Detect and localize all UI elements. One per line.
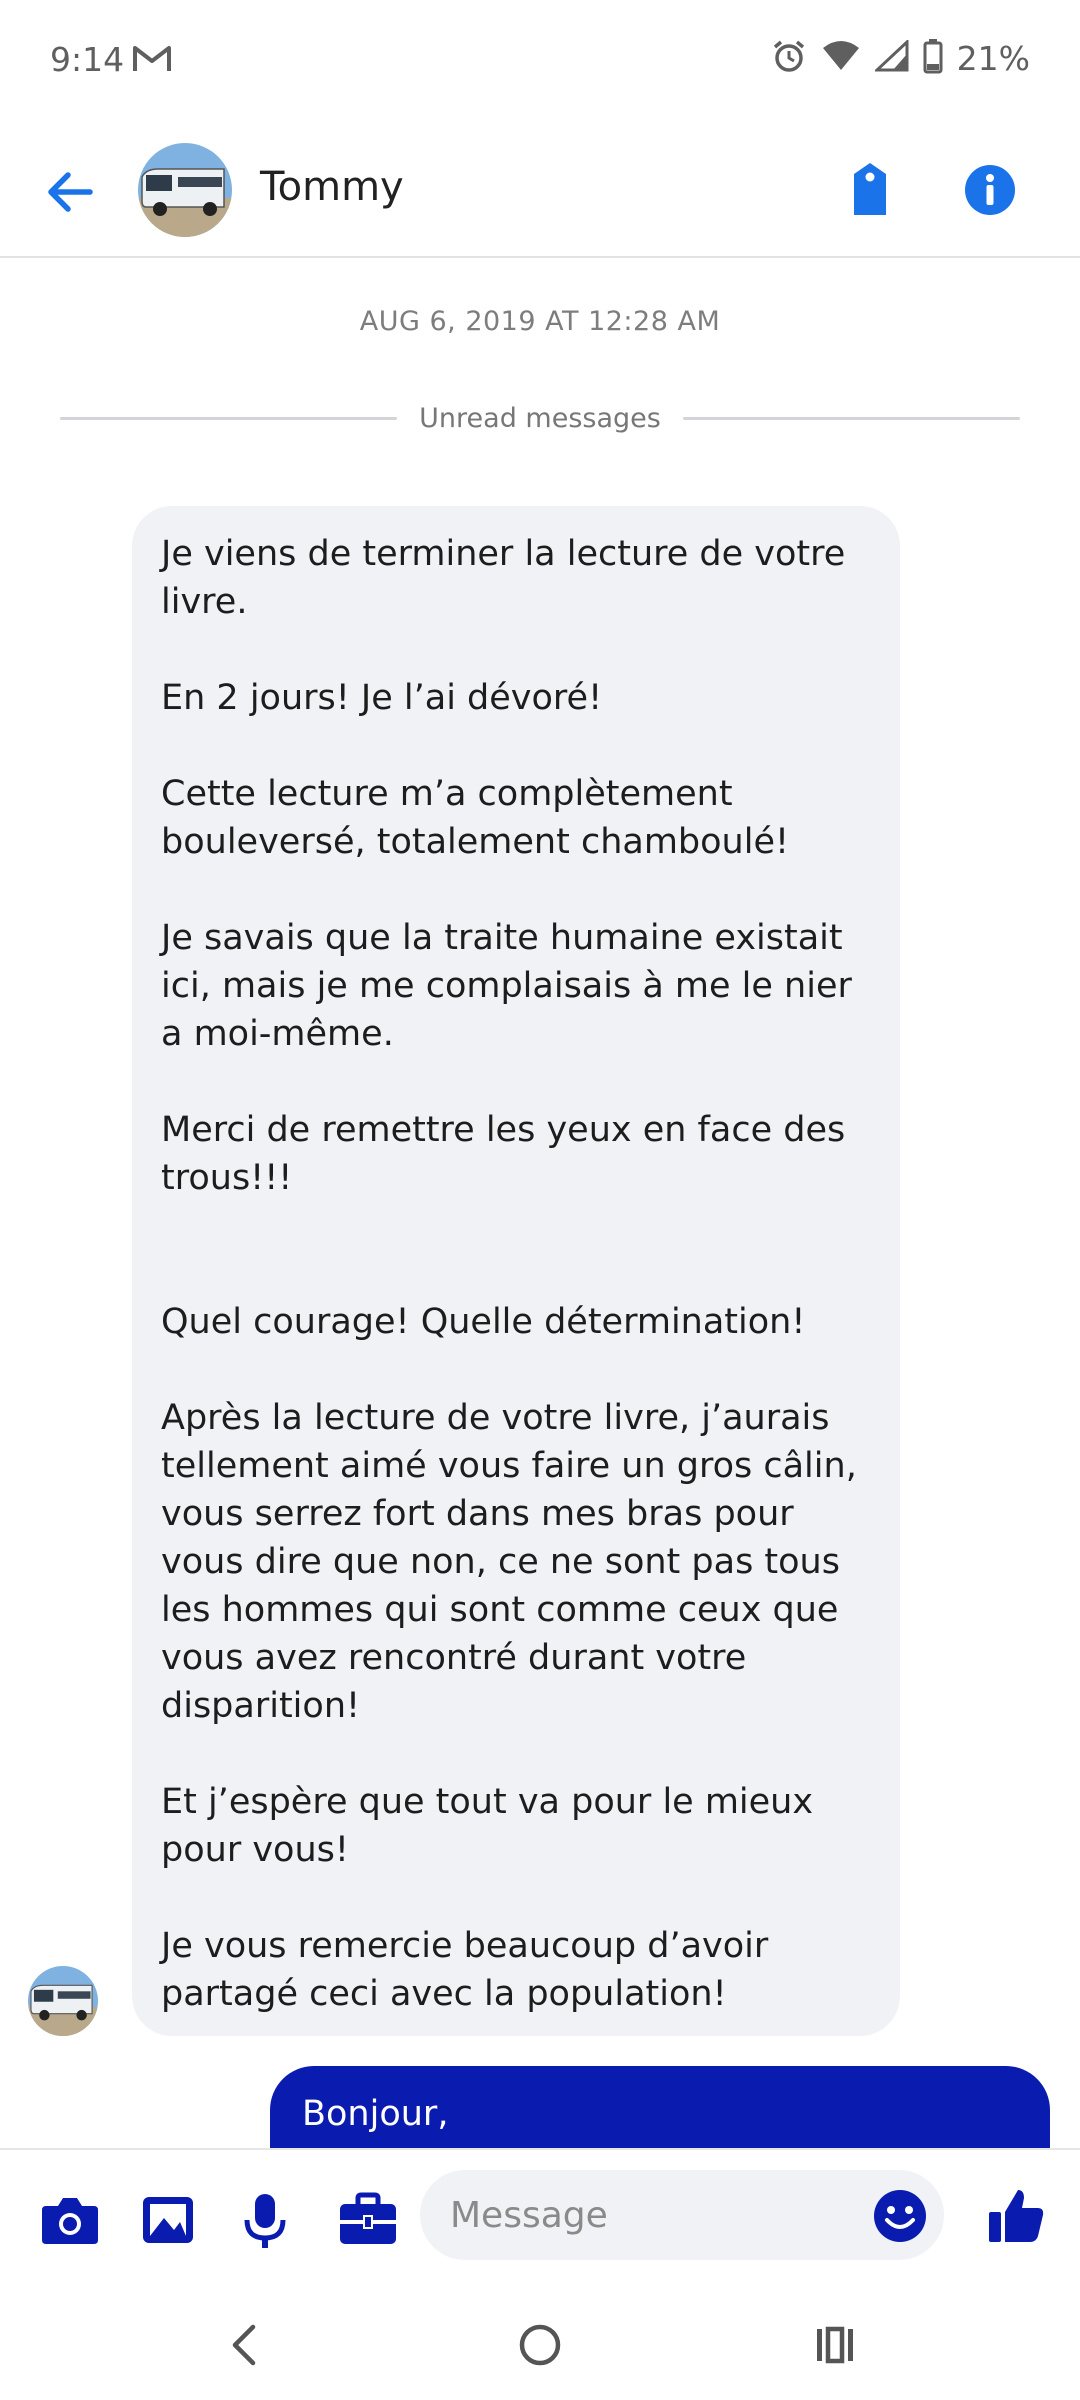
sender-avatar[interactable] bbox=[28, 1966, 98, 2036]
message-composer bbox=[0, 2148, 1080, 2292]
divider-line bbox=[60, 416, 398, 420]
tag-icon bbox=[854, 163, 886, 215]
status-bar: 9:14 21% bbox=[0, 0, 1080, 126]
battery-icon bbox=[923, 38, 943, 78]
battery-percent: 21% bbox=[956, 38, 1030, 78]
nav-back-button[interactable] bbox=[205, 2310, 285, 2380]
nav-back-icon bbox=[232, 2324, 256, 2366]
thumbs-up-button[interactable] bbox=[986, 2186, 1046, 2246]
back-arrow-icon bbox=[48, 172, 93, 212]
thumbs-up-icon bbox=[989, 2190, 1044, 2242]
unread-divider: Unread messages bbox=[60, 398, 1021, 438]
info-icon bbox=[965, 165, 1015, 215]
camera-button[interactable] bbox=[40, 2192, 102, 2252]
mail-icon bbox=[132, 44, 172, 78]
tag-button[interactable] bbox=[842, 160, 898, 220]
alarm-icon bbox=[771, 38, 807, 78]
signal-icon bbox=[872, 38, 909, 76]
message-input[interactable] bbox=[420, 2170, 944, 2260]
nav-home-button[interactable] bbox=[500, 2310, 580, 2380]
camera-icon bbox=[42, 2198, 98, 2244]
outgoing-message-text: Bonjour, bbox=[302, 2094, 449, 2134]
nav-recents-button[interactable] bbox=[795, 2310, 875, 2380]
gallery-button[interactable] bbox=[140, 2192, 202, 2252]
incoming-message-text: Je viens de terminer la lecture de votre… bbox=[161, 534, 857, 2014]
status-time: 9:14 bbox=[50, 40, 125, 79]
outgoing-message-bubble[interactable]: Bonjour, bbox=[270, 2066, 1050, 2156]
nav-home-icon bbox=[519, 2324, 561, 2366]
incoming-message-bubble[interactable]: Je viens de terminer la lecture de votre… bbox=[132, 506, 900, 2036]
briefcase-button[interactable] bbox=[338, 2192, 400, 2252]
nav-recents-icon bbox=[817, 2326, 853, 2364]
microphone-icon bbox=[244, 2194, 286, 2248]
system-nav-bar bbox=[0, 2290, 1080, 2400]
emoji-icon bbox=[874, 2190, 926, 2242]
gallery-icon bbox=[143, 2197, 193, 2243]
message-timestamp: AUG 6, 2019 AT 12:28 AM bbox=[359, 306, 721, 337]
microphone-button[interactable] bbox=[240, 2192, 302, 2252]
wifi-icon bbox=[821, 40, 861, 76]
contact-avatar[interactable] bbox=[138, 143, 232, 237]
info-button[interactable] bbox=[960, 160, 1020, 220]
unread-label: Unread messages bbox=[419, 402, 661, 434]
divider-line bbox=[682, 416, 1021, 420]
emoji-button[interactable] bbox=[872, 2188, 928, 2244]
contact-name[interactable]: Tommy bbox=[260, 164, 404, 210]
back-button[interactable] bbox=[40, 162, 100, 222]
briefcase-icon bbox=[340, 2192, 396, 2244]
chat-header: Tommy bbox=[0, 126, 1080, 258]
